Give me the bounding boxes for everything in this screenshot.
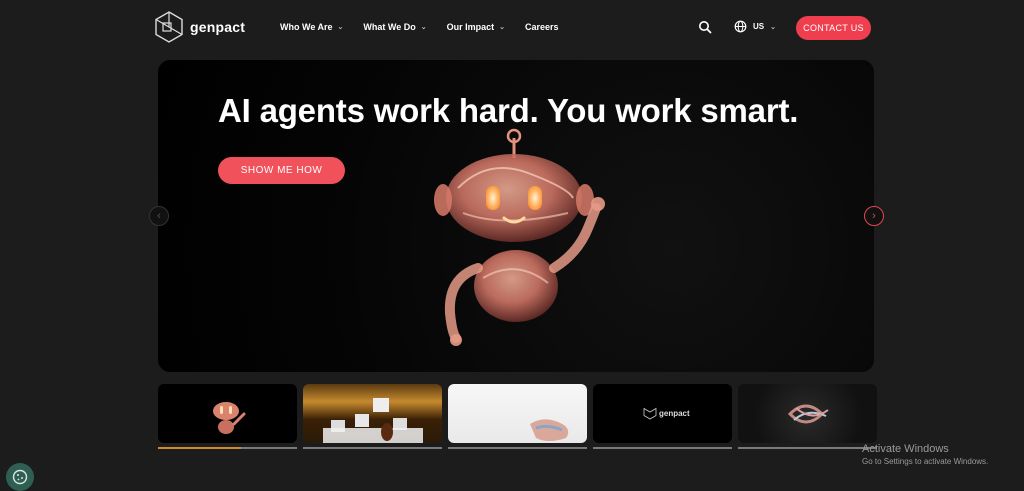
progress-bar <box>158 447 297 449</box>
windows-activation-watermark: Activate Windows Go to Settings to activ… <box>862 443 988 466</box>
genpact-logo[interactable]: genpact <box>154 10 245 44</box>
nav-who-we-are[interactable]: Who We Are ⌄ <box>280 22 343 32</box>
carousel-prev-button[interactable]: ‹ <box>149 206 169 226</box>
cookie-icon <box>12 469 28 485</box>
carousel-thumbnails: genpact <box>158 384 877 443</box>
nav-label: Who We Are <box>280 22 333 32</box>
robot-illustration <box>434 128 605 346</box>
chevron-down-icon: ⌄ <box>770 23 776 31</box>
search-icon <box>699 21 712 34</box>
globe-icon <box>734 20 747 33</box>
nav-careers[interactable]: Careers <box>525 22 559 32</box>
thumbnail-logo-text: genpact <box>659 409 690 418</box>
progress-bar <box>593 447 732 449</box>
robot-thumbnail-image <box>213 402 246 434</box>
knot-thumbnail-image <box>787 404 829 424</box>
nav-label: Our Impact <box>446 22 495 32</box>
orchestra-thumbnail-image <box>323 398 423 443</box>
thumbnail-knot[interactable] <box>738 384 877 443</box>
watermark-title: Activate Windows <box>862 443 949 455</box>
carousel-progress-bars <box>158 447 877 449</box>
genpact-logo-icon <box>155 11 183 43</box>
progress-bar-fill <box>158 447 242 449</box>
nav-label: What We Do <box>363 22 416 32</box>
chevron-down-icon: ⌄ <box>420 24 427 31</box>
main-nav: Who We Are ⌄ What We Do ⌄ Our Impact ⌄ C… <box>280 22 559 32</box>
show-me-how-button[interactable]: SHOW ME HOW <box>218 157 345 184</box>
progress-bar <box>303 447 442 449</box>
thumbnail-genpact-logo[interactable]: genpact <box>593 384 732 443</box>
chevron-down-icon: ⌄ <box>337 24 344 31</box>
region-label: US <box>753 22 765 31</box>
watermark-subtitle: Go to Settings to activate Windows. <box>862 457 989 466</box>
logo-text: genpact <box>190 19 246 35</box>
thumbnail-robot[interactable] <box>158 384 297 443</box>
nav-what-we-do[interactable]: What We Do ⌄ <box>363 22 426 32</box>
cookie-settings-button[interactable] <box>6 463 34 491</box>
thumbnail-ribbon[interactable] <box>448 384 587 443</box>
chevron-down-icon: ⌄ <box>499 24 505 31</box>
contact-us-button[interactable]: CONTACT US <box>796 16 871 40</box>
search-button[interactable] <box>698 20 712 39</box>
carousel-next-button[interactable]: › <box>864 206 884 226</box>
chevron-left-icon: ‹ <box>157 210 161 222</box>
region-selector[interactable]: US ⌄ <box>734 20 776 33</box>
cta-label: SHOW ME HOW <box>240 165 323 176</box>
hero-banner: AI agents work hard. You work smart. SHO… <box>158 60 874 372</box>
progress-bar <box>448 447 587 449</box>
ribbon-thumbnail-image <box>530 419 569 441</box>
contact-us-label: CONTACT US <box>803 23 864 33</box>
hero-headline: AI agents work hard. You work smart. <box>218 92 799 129</box>
nav-label: Careers <box>525 22 559 32</box>
thumbnail-orchestra[interactable] <box>303 384 442 443</box>
progress-bar <box>738 447 877 449</box>
nav-our-impact[interactable]: Our Impact ⌄ <box>447 22 505 32</box>
chevron-right-icon: › <box>872 210 876 222</box>
